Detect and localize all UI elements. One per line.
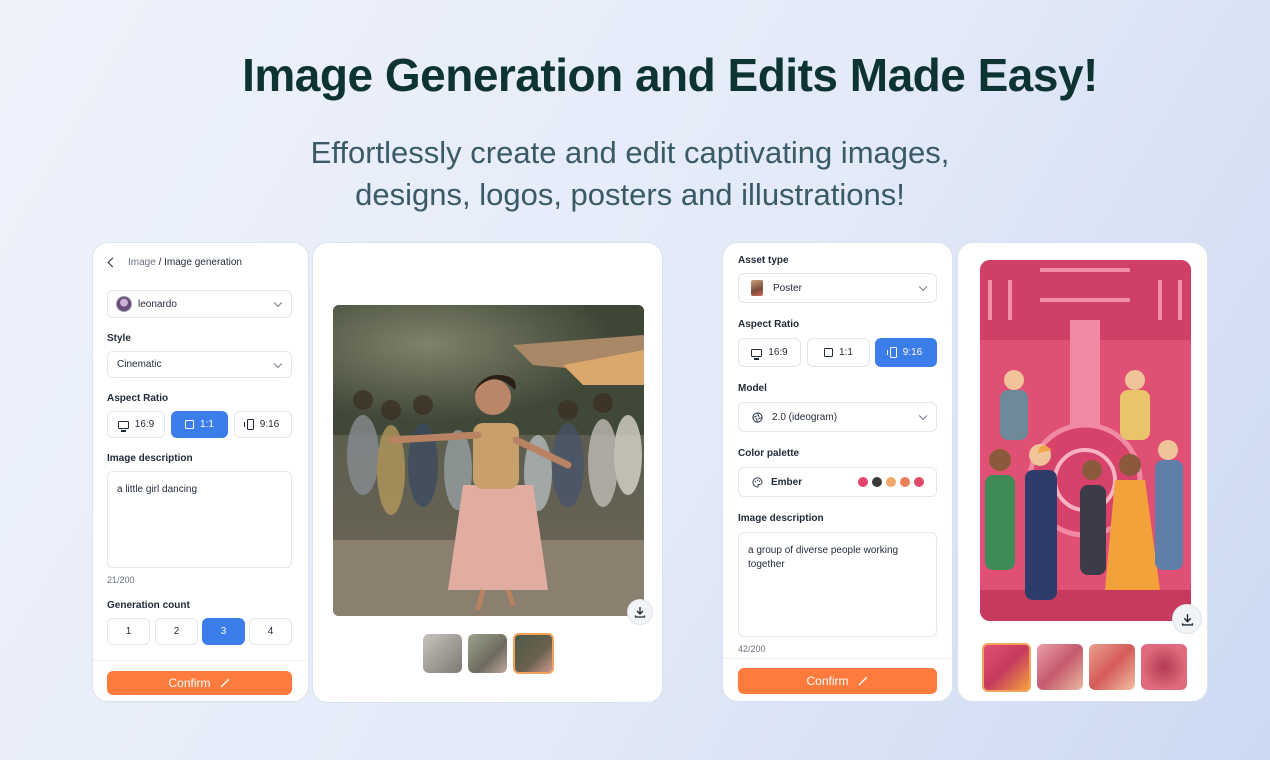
palette-swatch [858, 477, 868, 487]
aspect-option-label: 16:9 [768, 347, 788, 358]
palette-swatch [914, 477, 924, 487]
aspect-option-label: 1:1 [200, 419, 214, 430]
monitor-icon [117, 420, 129, 432]
asset-type-select[interactable]: Poster [738, 273, 937, 303]
breadcrumb-parent[interactable]: Image [128, 257, 156, 268]
asset-type-label: Asset type [738, 255, 789, 266]
result-thumbnail-1-selected[interactable] [982, 643, 1031, 692]
subtitle-line-1: Effortlessly create and edit captivating… [310, 135, 950, 170]
chevron-down-icon [273, 359, 283, 368]
image-description-label: Image description [738, 513, 824, 524]
color-palette-label: Color palette [738, 448, 800, 459]
count-2-button[interactable]: 2 [155, 618, 198, 645]
generation-count-label: Generation count [107, 600, 190, 611]
aspect-option-label: 16:9 [134, 419, 155, 430]
square-icon [185, 420, 195, 429]
description-char-counter: 21/200 [107, 575, 135, 585]
aspect-16-9-button[interactable]: 16:9 [107, 411, 165, 438]
aspect-1-1-button[interactable]: 1:1 [171, 411, 228, 438]
palette-icon [752, 476, 763, 488]
model-select[interactable]: 2.0 (ideogram) [738, 402, 937, 432]
aspect-1-1-button[interactable]: 1:1 [807, 338, 870, 367]
description-char-counter: 42/200 [738, 644, 766, 654]
palette-swatch [872, 477, 882, 487]
model-select-value: 2.0 (ideogram) [772, 411, 838, 423]
chevron-down-icon [918, 282, 928, 292]
download-button[interactable] [627, 599, 653, 625]
model-aperture-icon [752, 411, 763, 423]
aspect-9-16-button[interactable]: 9:16 [875, 338, 937, 367]
monitor-icon [751, 348, 763, 360]
image-description-input[interactable]: a group of diverse people working togeth… [738, 532, 937, 637]
download-button[interactable] [1172, 604, 1202, 634]
style-label: Style [107, 333, 131, 344]
model-select[interactable]: leonardo [107, 290, 292, 318]
poster-thumbnail-icon [751, 280, 763, 296]
aspect-ratio-label: Aspect Ratio [107, 393, 169, 404]
aspect-ratio-label: Aspect Ratio [738, 319, 800, 330]
subtitle-line-2: designs, logos, posters and illustration… [355, 177, 905, 212]
result-thumbnail-2[interactable] [468, 634, 507, 673]
confirm-button-label: Confirm [168, 676, 211, 690]
generated-poster-preview-panel [957, 242, 1208, 702]
breadcrumb: Image / Image generation [107, 257, 242, 268]
result-thumbnail-3[interactable] [1089, 644, 1135, 690]
confirm-button[interactable]: Confirm [738, 668, 937, 694]
style-select-value: Cinematic [117, 359, 162, 370]
aspect-16-9-button[interactable]: 16:9 [738, 338, 801, 367]
color-palette-select[interactable]: Ember [738, 467, 937, 497]
result-thumbnail-4[interactable] [1141, 644, 1187, 690]
count-4-button[interactable]: 4 [249, 618, 292, 645]
aspect-9-16-button[interactable]: 9:16 [234, 411, 292, 438]
asset-type-value: Poster [773, 282, 802, 294]
result-thumbnail-3-selected[interactable] [513, 633, 554, 674]
result-thumbnail-2[interactable] [1037, 644, 1083, 690]
model-avatar [116, 296, 132, 312]
generated-poster-diverse-people[interactable] [980, 260, 1191, 621]
portrait-icon [886, 347, 897, 358]
count-1-button[interactable]: 1 [107, 618, 150, 645]
color-palette-value: Ember [771, 476, 803, 488]
footer-divider [93, 660, 308, 661]
download-icon [634, 607, 646, 618]
palette-swatches [858, 477, 924, 487]
square-icon [824, 348, 834, 357]
confirm-button-label: Confirm [806, 674, 849, 688]
magic-wand-icon [220, 678, 230, 688]
poster-generation-form-panel: Asset type Poster Aspect Ratio 16:9 1:1 … [722, 242, 953, 702]
page-title: Image Generation and Edits Made Easy! [242, 49, 1098, 101]
style-select[interactable]: Cinematic [107, 351, 292, 378]
breadcrumb-separator: / [155, 257, 165, 268]
model-select-value: leonardo [138, 298, 177, 310]
palette-swatch [900, 477, 910, 487]
back-arrow-icon[interactable] [107, 257, 118, 268]
model-label: Model [738, 383, 767, 394]
image-description-input[interactable]: a little girl dancing [107, 471, 292, 568]
chevron-down-icon [918, 411, 928, 421]
image-description-label: Image description [107, 453, 193, 464]
confirm-button[interactable]: Confirm [107, 671, 292, 695]
portrait-icon [243, 419, 254, 430]
aspect-option-label: 9:16 [902, 347, 923, 358]
download-icon [1181, 613, 1193, 626]
magic-wand-icon [858, 676, 868, 686]
image-generation-form-panel: Image / Image generation leonardo Style … [92, 242, 309, 702]
generated-image-dancing-girl[interactable] [333, 305, 644, 616]
breadcrumb-current: Image generation [164, 257, 242, 268]
result-thumbnail-1[interactable] [423, 634, 462, 673]
chevron-down-icon [273, 298, 283, 308]
palette-swatch [886, 477, 896, 487]
aspect-option-label: 1:1 [839, 347, 853, 358]
footer-divider [723, 658, 952, 659]
generated-image-preview-panel [312, 242, 663, 703]
page-subtitle: Effortlessly create and edit captivating… [0, 132, 1260, 216]
aspect-option-label: 9:16 [259, 419, 280, 430]
count-3-button[interactable]: 3 [202, 618, 245, 645]
